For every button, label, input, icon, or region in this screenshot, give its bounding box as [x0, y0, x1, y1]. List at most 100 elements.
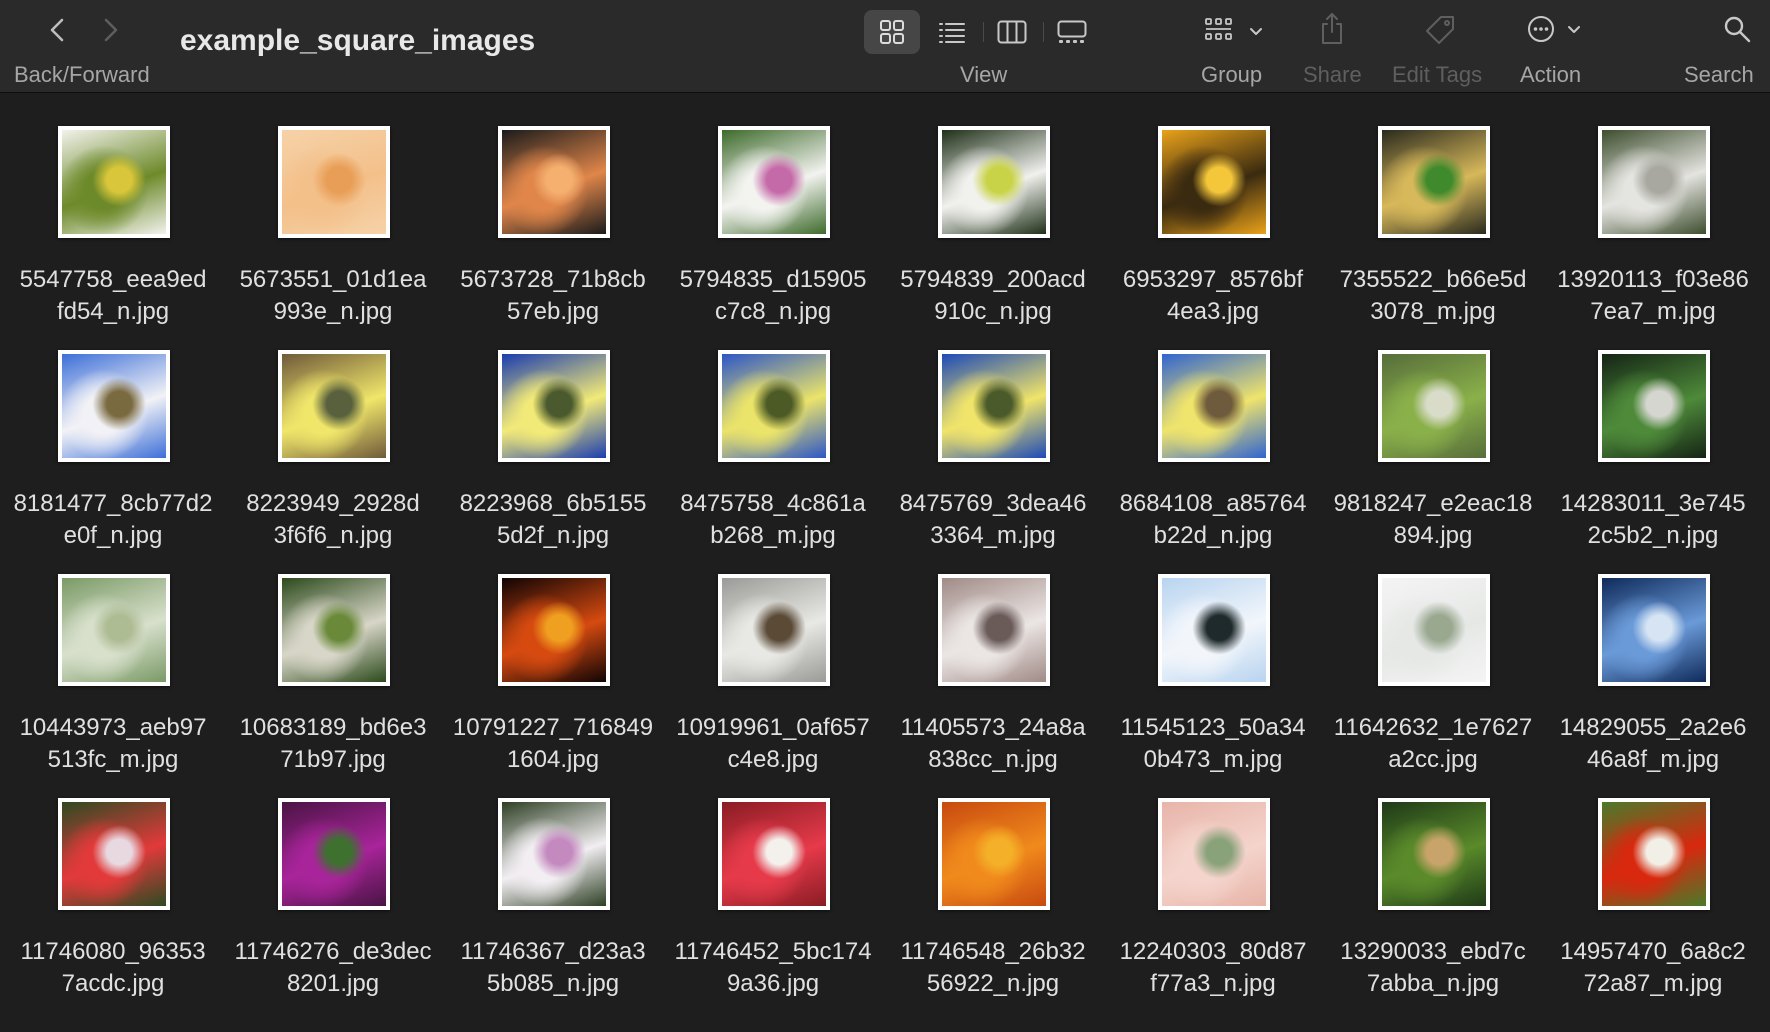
- list-view-button[interactable]: [924, 10, 980, 54]
- column-view-button[interactable]: [984, 10, 1040, 54]
- image-thumbnail[interactable]: [718, 574, 830, 686]
- group-button[interactable]: [1204, 14, 1276, 50]
- thumbnail-image: [722, 354, 826, 458]
- file-item[interactable]: 6953297_8576bf 4ea3.jpg: [1103, 94, 1323, 325]
- image-thumbnail[interactable]: [58, 798, 170, 910]
- file-name-line1: 10791227_716849: [452, 714, 654, 741]
- file-name-line2: 56922_n.jpg: [926, 970, 1060, 997]
- file-item[interactable]: 8475769_3dea46 3364_m.jpg: [883, 318, 1103, 549]
- file-item[interactable]: 8181477_8cb77d2 e0f_n.jpg: [3, 318, 223, 549]
- icon-view-button[interactable]: [864, 10, 920, 54]
- back-button[interactable]: [42, 14, 74, 46]
- gallery-view-button[interactable]: [1044, 10, 1100, 54]
- forward-button[interactable]: [94, 14, 126, 46]
- file-item[interactable]: 10683189_bd6e3 71b97.jpg: [223, 542, 443, 773]
- search-button[interactable]: [1722, 14, 1752, 44]
- file-item[interactable]: 8475758_4c861a b268_m.jpg: [663, 318, 883, 549]
- file-name-line2: 72a87_m.jpg: [1583, 970, 1723, 997]
- file-item[interactable]: 11746548_26b32 56922_n.jpg: [883, 766, 1103, 997]
- image-thumbnail[interactable]: [498, 126, 610, 238]
- image-thumbnail[interactable]: [1158, 798, 1270, 910]
- image-thumbnail[interactable]: [278, 574, 390, 686]
- share-icon: [1322, 13, 1342, 44]
- image-thumbnail[interactable]: [1158, 574, 1270, 686]
- image-thumbnail[interactable]: [938, 350, 1050, 462]
- image-thumbnail[interactable]: [58, 574, 170, 686]
- file-item[interactable]: 5673551_01d1ea 993e_n.jpg: [223, 94, 443, 325]
- file-name-line1: 8223949_2928d: [246, 490, 420, 517]
- image-thumbnail[interactable]: [278, 350, 390, 462]
- share-label: Share: [1303, 62, 1362, 87]
- image-thumbnail[interactable]: [1598, 798, 1710, 910]
- thumbnail-image: [502, 578, 606, 682]
- image-thumbnail[interactable]: [938, 574, 1050, 686]
- list-icon: [939, 23, 965, 43]
- file-name-line1: 11405573_24a8a: [900, 714, 1086, 741]
- thumbnail-image: [1602, 578, 1706, 682]
- file-item[interactable]: 10791227_716849 1604.jpg: [443, 542, 663, 773]
- edit-tags-button[interactable]: [1424, 14, 1456, 46]
- file-item[interactable]: 12240303_80d87 f77a3_n.jpg: [1103, 766, 1323, 997]
- file-item[interactable]: 13920113_f03e86 7ea7_m.jpg: [1543, 94, 1763, 325]
- file-item[interactable]: 13290033_ebd7c 7abba_n.jpg: [1323, 766, 1543, 997]
- image-thumbnail[interactable]: [1378, 574, 1490, 686]
- file-item[interactable]: 11746276_de3dec 8201.jpg: [223, 766, 443, 997]
- file-item[interactable]: 9818247_e2eac18 894.jpg: [1323, 318, 1543, 549]
- image-thumbnail[interactable]: [1158, 126, 1270, 238]
- file-item[interactable]: 11746080_96353 7acdc.jpg: [3, 766, 223, 997]
- file-item[interactable]: 10443973_aeb97 513fc_m.jpg: [3, 542, 223, 773]
- file-item[interactable]: 10919961_0af657 c4e8.jpg: [663, 542, 883, 773]
- file-item[interactable]: 11746452_5bc174 9a36.jpg: [663, 766, 883, 997]
- action-button[interactable]: [1526, 14, 1588, 46]
- image-thumbnail[interactable]: [498, 350, 610, 462]
- chevron-left-icon: [50, 18, 64, 42]
- file-name-label: 12240303_80d87 f77a3_n.jpg: [1103, 936, 1323, 1000]
- image-thumbnail[interactable]: [1378, 798, 1490, 910]
- image-thumbnail[interactable]: [1378, 126, 1490, 238]
- chevron-down-icon: [1250, 28, 1262, 35]
- file-item[interactable]: 11642632_1e7627 a2cc.jpg: [1323, 542, 1543, 773]
- image-thumbnail[interactable]: [1378, 350, 1490, 462]
- image-thumbnail[interactable]: [718, 350, 830, 462]
- file-item[interactable]: 11405573_24a8a 838cc_n.jpg: [883, 542, 1103, 773]
- image-thumbnail[interactable]: [278, 798, 390, 910]
- image-thumbnail[interactable]: [718, 798, 830, 910]
- file-item[interactable]: 5547758_eea9ed fd54_n.jpg: [3, 94, 223, 325]
- file-item[interactable]: 11746367_d23a3 5b085_n.jpg: [443, 766, 663, 997]
- file-item[interactable]: 8684108_a85764 b22d_n.jpg: [1103, 318, 1323, 549]
- file-name-line1: 10683189_bd6e3: [239, 714, 427, 741]
- search-icon: [1724, 16, 1751, 43]
- share-button[interactable]: [1318, 12, 1346, 46]
- image-thumbnail[interactable]: [718, 126, 830, 238]
- image-thumbnail[interactable]: [58, 126, 170, 238]
- file-name-label: 11746452_5bc174 9a36.jpg: [663, 936, 883, 1000]
- image-thumbnail[interactable]: [938, 798, 1050, 910]
- image-thumbnail[interactable]: [1598, 126, 1710, 238]
- file-item[interactable]: 5673728_71b8cb 57eb.jpg: [443, 94, 663, 325]
- thumbnail-image: [722, 130, 826, 234]
- file-item[interactable]: 8223968_6b5155 5d2f_n.jpg: [443, 318, 663, 549]
- file-item[interactable]: 7355522_b66e5d 3078_m.jpg: [1323, 94, 1543, 325]
- image-thumbnail[interactable]: [498, 798, 610, 910]
- image-thumbnail[interactable]: [278, 126, 390, 238]
- file-name-line1: 9818247_e2eac18: [1333, 490, 1533, 517]
- ellipsis-circle-icon: [1528, 16, 1554, 42]
- image-thumbnail[interactable]: [1598, 574, 1710, 686]
- file-item[interactable]: 8223949_2928d 3f6f6_n.jpg: [223, 318, 443, 549]
- file-item[interactable]: 11545123_50a34 0b473_m.jpg: [1103, 542, 1323, 773]
- file-name-line1: 13290033_ebd7c: [1340, 938, 1526, 965]
- image-thumbnail[interactable]: [1158, 350, 1270, 462]
- image-thumbnail[interactable]: [1598, 350, 1710, 462]
- thumbnail-image: [722, 578, 826, 682]
- file-item[interactable]: 14829055_2a2e6 46a8f_m.jpg: [1543, 542, 1763, 773]
- image-thumbnail[interactable]: [498, 574, 610, 686]
- image-thumbnail[interactable]: [58, 350, 170, 462]
- thumbnail-image: [282, 802, 386, 906]
- image-thumbnail[interactable]: [938, 126, 1050, 238]
- file-item[interactable]: 5794839_200acd 910c_n.jpg: [883, 94, 1103, 325]
- file-item[interactable]: 5794835_d15905 c7c8_n.jpg: [663, 94, 883, 325]
- file-name-line1: 5794835_d15905: [679, 266, 867, 293]
- file-item[interactable]: 14283011_3e745 2c5b2_n.jpg: [1543, 318, 1763, 549]
- file-item[interactable]: 14957470_6a8c2 72a87_m.jpg: [1543, 766, 1763, 997]
- thumbnail-image: [1382, 130, 1486, 234]
